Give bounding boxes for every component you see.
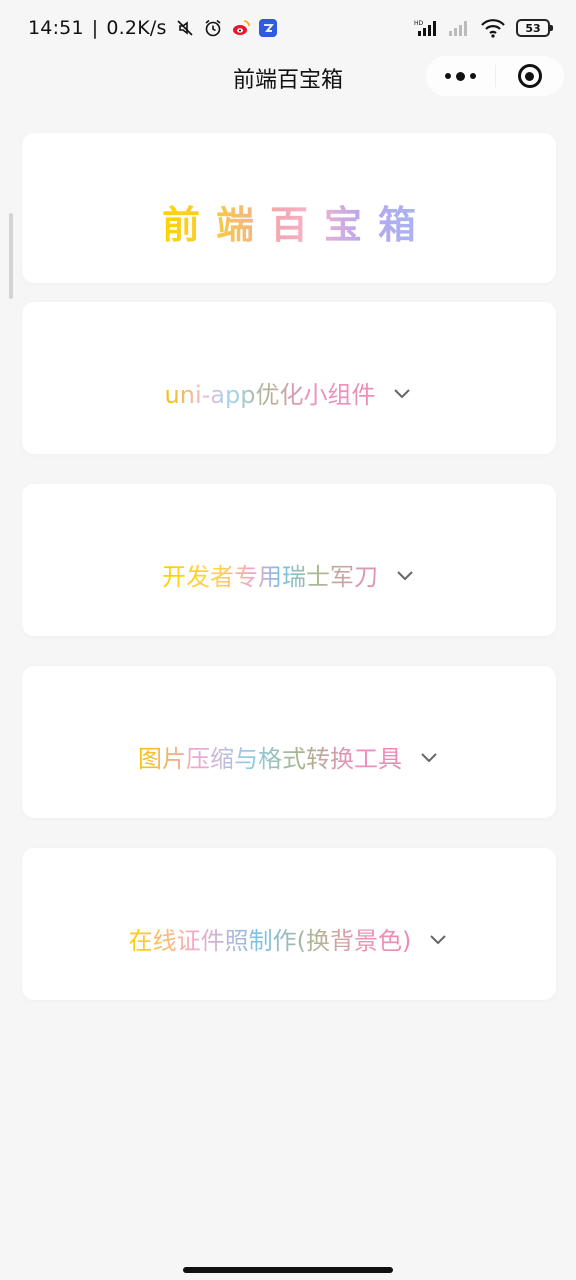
scrollbar[interactable] [9, 213, 13, 299]
status-divider: | [91, 17, 99, 39]
svg-text:HD: HD [414, 20, 424, 27]
status-network-speed: 0.2K/s [106, 17, 167, 39]
hd-signal-icon: HD [414, 18, 438, 38]
chevron-down-icon [391, 382, 413, 404]
nav-bar: 前端百宝箱 [0, 56, 576, 100]
mute-icon [175, 18, 195, 38]
list-item-row: 图片压缩与格式转换工具 [138, 739, 440, 774]
app-badge-icon [258, 19, 277, 37]
close-button[interactable] [496, 56, 565, 96]
list-item[interactable]: uni-app优化小组件 [22, 302, 556, 454]
chevron-down-icon [418, 746, 440, 768]
list-item-label: 在线证件照制作(换背景色) [129, 921, 412, 956]
list-item[interactable]: 开发者专用瑞士军刀 [22, 484, 556, 636]
mini-program-capsule [426, 56, 564, 96]
header-card: 前端百宝箱 [22, 133, 556, 283]
target-circle-icon [517, 64, 542, 88]
list-item-label: 图片压缩与格式转换工具 [138, 739, 402, 774]
more-button[interactable] [426, 56, 495, 96]
status-time: 14:51 [28, 17, 84, 39]
list-item-label: uni-app优化小组件 [165, 375, 376, 410]
list-item-row: uni-app优化小组件 [165, 375, 414, 410]
brand-title: 前端百宝箱 [162, 194, 432, 249]
list-item-row: 在线证件照制作(换背景色) [129, 921, 450, 956]
battery-level: 53 [525, 21, 541, 35]
signal-icon [448, 18, 470, 38]
more-dots-icon [444, 71, 476, 81]
battery-icon: 53 [516, 19, 553, 37]
status-left: 14:51 | 0.2K/s [28, 17, 277, 39]
list-item[interactable]: 在线证件照制作(换背景色) [22, 848, 556, 1000]
list-item-row: 开发者专用瑞士军刀 [162, 557, 416, 592]
weibo-icon [231, 18, 251, 38]
alarm-icon [203, 18, 223, 38]
list-item-label: 开发者专用瑞士军刀 [162, 557, 378, 592]
chevron-down-icon [427, 928, 449, 950]
chevron-down-icon [394, 564, 416, 586]
wifi-icon [480, 18, 506, 38]
list-item[interactable]: 图片压缩与格式转换工具 [22, 666, 556, 818]
home-indicator[interactable] [183, 1267, 393, 1273]
status-right: HD 53 [414, 18, 553, 38]
status-bar: 14:51 | 0.2K/s HD 53 [0, 0, 576, 56]
